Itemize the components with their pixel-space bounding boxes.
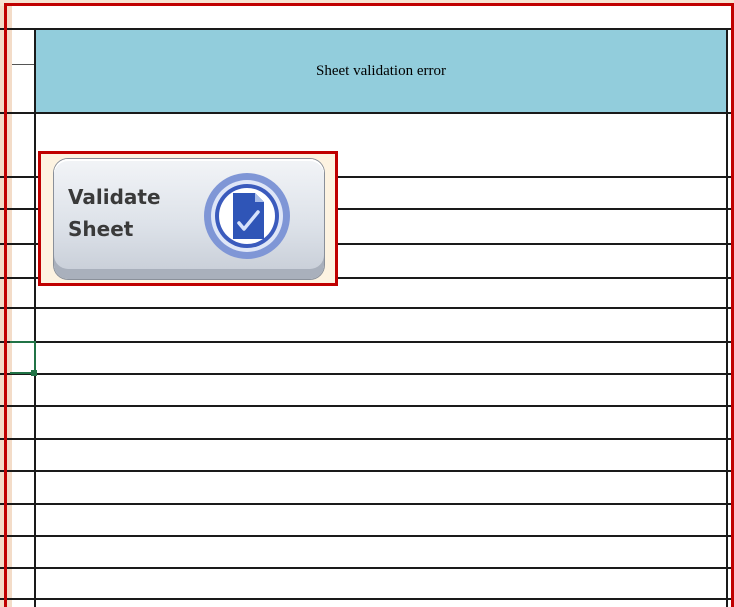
grid-line (0, 341, 734, 343)
grid-line (0, 503, 734, 505)
fill-handle[interactable] (31, 370, 37, 376)
grid-line (0, 535, 734, 537)
grid-line (0, 373, 734, 375)
grid-line (726, 30, 728, 607)
validate-button-frame: Validate Sheet (38, 151, 338, 286)
grid-line (34, 30, 36, 607)
grid-line (0, 405, 734, 407)
grid-line (0, 28, 734, 30)
sheet-header-title: Sheet validation error (316, 63, 446, 79)
sheet-header-cell[interactable]: Sheet validation error (36, 30, 726, 113)
document-check-icon (204, 173, 290, 259)
row-tick (12, 64, 34, 65)
grid-line (0, 598, 734, 600)
validate-sheet-label: Validate Sheet (68, 185, 161, 241)
grid-line (0, 470, 734, 472)
range-outline (4, 3, 7, 607)
grid-line (0, 567, 734, 569)
grid-line (0, 307, 734, 309)
grid-line (0, 112, 734, 114)
range-outline (4, 3, 734, 6)
grid-line (0, 438, 734, 440)
validate-sheet-button[interactable]: Validate Sheet (54, 159, 324, 279)
